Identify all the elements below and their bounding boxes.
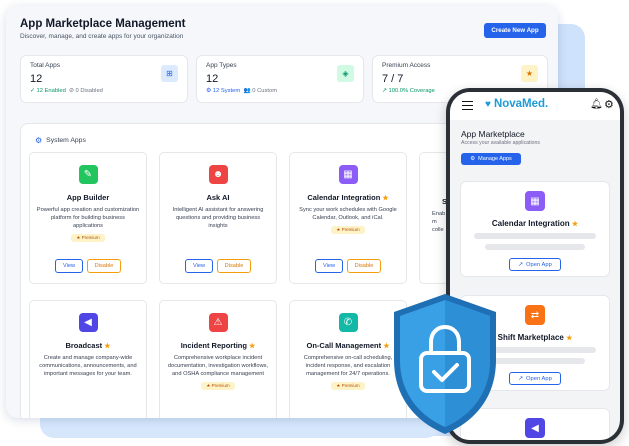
calendar-icon: ▦ <box>525 191 545 211</box>
stat-value: 12 <box>206 73 219 85</box>
star-icon: ★ <box>382 195 389 202</box>
phone-card-calendar: ▦ Calendar Integration ★ ↗ Open App <box>460 181 610 277</box>
app-card-calendar-integration: ▦ Calendar Integration ★ Sync your work … <box>289 152 407 284</box>
disable-button[interactable]: Disable <box>217 259 251 273</box>
app-name: App Builder <box>66 193 110 202</box>
phone-page-title: App Marketplace <box>461 129 525 139</box>
app-name: Calendar Integration ★ <box>461 219 609 228</box>
bell-icon[interactable]: 🔔︎ <box>590 99 603 110</box>
text-placeholder <box>474 233 596 239</box>
app-description: Sync your work schedules with Google Cal… <box>299 207 397 221</box>
stat-app-types: App Types 12 ⚙ 12 System 👥 0 Custom ◈ <box>196 55 364 103</box>
cube-icon: ◈ <box>337 65 354 82</box>
star-icon: ★ <box>249 343 256 350</box>
open-app-label: Open App <box>526 261 552 268</box>
system-count: ⚙ 12 System <box>206 88 241 94</box>
section-title: ⚙ System Apps <box>35 136 86 145</box>
card-actions: View Disable <box>290 259 406 273</box>
app-description: Comprehensive on-call scheduling, incide… <box>303 355 393 377</box>
open-app-button[interactable]: ↗ Open App <box>509 258 561 271</box>
app-name-text: Shift Marketplace <box>497 333 564 342</box>
manage-apps-button[interactable]: ⚙ Manage Apps <box>461 153 521 165</box>
heart-icon: ♥ <box>485 98 491 110</box>
app-name-text: Calendar Integration <box>491 219 570 228</box>
header: App Marketplace Management Discover, man… <box>20 18 186 40</box>
disable-button[interactable]: Disable <box>347 259 381 273</box>
custom-count: 👥 0 Custom <box>243 88 278 94</box>
warning-icon: ⚠ <box>208 313 228 332</box>
app-description: Intelligent AI assistant for answering q… <box>172 207 264 229</box>
app-name-text: Broadcast <box>65 341 103 350</box>
premium-badge: ★ Premium <box>331 226 365 234</box>
app-description: Create and manage company-wide communica… <box>39 355 137 377</box>
stat-meta: ⚙ 12 System 👥 0 Custom <box>206 88 354 94</box>
calendar-icon: ▦ <box>338 165 358 184</box>
stat-label: App Types <box>206 62 237 69</box>
stat-value: 7 / 7 <box>382 73 404 85</box>
card-actions: View Disable <box>30 259 146 273</box>
app-card-ask-ai: ☻ Ask AI Intelligent AI assistant for an… <box>159 152 277 284</box>
external-link-icon: ↗ <box>518 375 524 382</box>
section-title-text: System Apps <box>46 137 86 144</box>
stage: App Marketplace Management Discover, man… <box>0 0 629 446</box>
page-title: App Marketplace Management <box>20 18 186 30</box>
card-actions: View Disable <box>160 259 276 273</box>
app-name: Broadcast ★ <box>30 341 146 350</box>
view-button[interactable]: View <box>315 259 343 273</box>
text-placeholder <box>485 244 585 250</box>
phone-page-subtitle: Access your available applications <box>461 140 541 146</box>
app-name-text: Incident Reporting <box>180 341 247 350</box>
premium-badge: ★ Premium <box>71 234 105 242</box>
disable-button[interactable]: Disable <box>87 259 121 273</box>
megaphone-icon: ◀ <box>525 418 545 438</box>
star-icon: ★ <box>571 221 579 228</box>
premium-badge: ★ Premium <box>331 382 365 390</box>
app-card-broadcast: ◀ Broadcast ★ Create and manage company-… <box>29 300 147 418</box>
star-icon: ★ <box>566 335 573 342</box>
disabled-count: ⊘ 0 Disabled <box>69 88 103 94</box>
swap-icon: ⇄ <box>525 305 545 325</box>
star-icon: ★ <box>521 65 538 82</box>
open-app-label: Open App <box>526 375 552 382</box>
app-name: Calendar Integration ★ <box>290 193 406 202</box>
view-button[interactable]: View <box>55 259 83 273</box>
stat-meta: ✓ 12 Enabled ⊘ 0 Disabled <box>30 88 178 94</box>
brand-name: NovaMed. <box>493 98 549 110</box>
gear-icon[interactable]: ⚙ <box>604 98 614 111</box>
app-card-incident-reporting: ⚠ Incident Reporting ★ Comprehensive wor… <box>159 300 277 418</box>
stat-total-apps: Total Apps 12 ✓ 12 Enabled ⊘ 0 Disabled … <box>20 55 188 103</box>
star-icon: ★ <box>104 343 111 350</box>
coverage: ↗ 100.0% Coverage <box>382 88 435 94</box>
app-name-text: On-Call Management <box>306 341 382 350</box>
phone-icon: ✆ <box>338 313 358 332</box>
view-button[interactable]: View <box>185 259 213 273</box>
menu-icon[interactable] <box>462 101 473 110</box>
megaphone-icon: ◀ <box>78 313 98 332</box>
create-new-app-button[interactable]: Create New App <box>484 23 546 38</box>
gear-icon: ⚙ <box>35 136 43 145</box>
shield-lock-icon <box>394 294 496 434</box>
premium-badge: ★ Premium <box>201 382 235 390</box>
stat-value: 12 <box>30 73 43 85</box>
page-subtitle: Discover, manage, and create apps for yo… <box>20 33 184 40</box>
stat-label: Premium Access <box>382 62 431 69</box>
manage-apps-label: Manage Apps <box>478 156 512 162</box>
app-description: Comprehensive workplace incident documen… <box>167 355 269 377</box>
phone-topbar: ♥ NovaMed. 🔔︎ ⚙ <box>450 92 620 120</box>
app-card-app-builder: ✎ App Builder Powerful app creation and … <box>29 152 147 284</box>
app-name-text: Calendar Integration <box>307 193 381 202</box>
app-name: Incident Reporting ★ <box>160 341 276 350</box>
brand-logo: ♥ NovaMed. <box>485 98 548 110</box>
grid-icon: ⊞ <box>161 65 178 82</box>
open-app-button[interactable]: ↗ Open App <box>509 372 561 385</box>
robot-icon: ☻ <box>208 165 228 184</box>
enabled-count: ✓ 12 Enabled <box>30 88 66 94</box>
stat-label: Total Apps <box>30 62 60 69</box>
gear-icon: ⚙ <box>470 156 476 162</box>
external-link-icon: ↗ <box>518 261 524 268</box>
hammer-icon: ✎ <box>78 165 98 184</box>
app-name: Ask AI <box>206 193 230 202</box>
app-description: Powerful app creation and customization … <box>36 207 140 229</box>
